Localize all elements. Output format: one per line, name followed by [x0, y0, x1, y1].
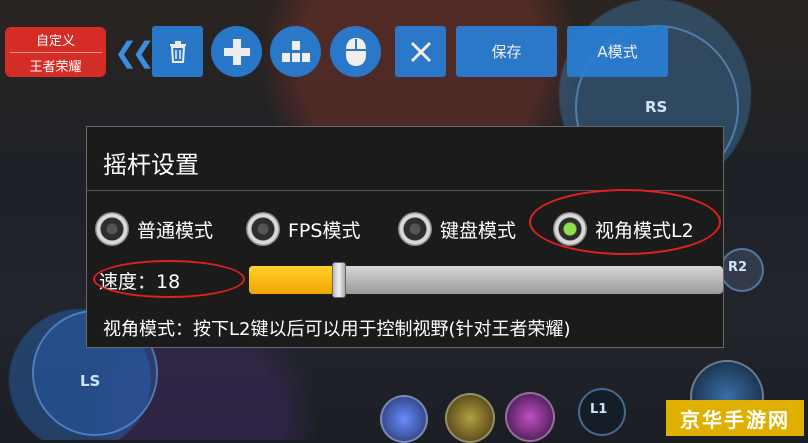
radio-label: 键盘模式: [440, 219, 517, 242]
skill-orb: [445, 393, 495, 443]
preset-name: 自定义: [35, 33, 75, 49]
skill-orb: [380, 395, 428, 443]
close-button[interactable]: [395, 26, 446, 77]
radio-label: FPS模式: [288, 219, 361, 242]
preset-badge[interactable]: 自定义 王者荣耀: [5, 27, 106, 77]
speed-slider-thumb[interactable]: [332, 262, 347, 298]
save-button[interactable]: 保存: [456, 26, 557, 77]
radio-indicator[interactable]: [398, 212, 432, 246]
dpad-icon: [223, 38, 250, 65]
radio-normal-mode[interactable]: 普通模式: [95, 209, 213, 249]
watermark: 京华手游网: [666, 400, 804, 436]
radio-indicator[interactable]: [246, 212, 280, 246]
preset-game: 王者荣耀: [29, 59, 82, 75]
add-dpad-button[interactable]: [211, 26, 262, 77]
ls-joystick-label: LS: [80, 372, 101, 390]
skill-orb: [505, 392, 555, 442]
trash-icon: [169, 40, 186, 63]
speed-slider[interactable]: [249, 262, 723, 298]
radio-indicator[interactable]: [95, 212, 129, 246]
mode-description: 视角模式：按下L2键以后可以用于控制视野(针对王者荣耀): [103, 319, 571, 340]
r2-label: R2: [728, 260, 748, 275]
keyboard-icon: [281, 40, 310, 62]
highlight-ellipse-speed: [93, 260, 245, 298]
l1-label: L1: [590, 402, 608, 417]
radio-label: 普通模式: [137, 219, 214, 242]
delete-button[interactable]: [152, 26, 203, 77]
collapse-arrow-icon[interactable]: ❮❮: [114, 36, 155, 69]
close-icon: [410, 41, 431, 62]
preset-divider: [9, 51, 102, 53]
speed-slider-fill: [249, 266, 340, 294]
mode-button[interactable]: A模式: [567, 26, 668, 77]
add-mouse-button[interactable]: [330, 26, 381, 77]
rs-joystick-label: RS: [645, 98, 668, 116]
mouse-icon: [345, 37, 366, 66]
radio-keyboard-mode[interactable]: 键盘模式: [398, 209, 516, 249]
joystick-settings-dialog: 摇杆设置 普通模式 FPS模式 键盘模式 视角模式L2 速度：18 视角模式：按…: [86, 126, 724, 348]
add-keyboard-button[interactable]: [270, 26, 321, 77]
highlight-ellipse-view-mode: [529, 189, 721, 255]
radio-fps-mode[interactable]: FPS模式: [246, 209, 360, 249]
dialog-title: 摇杆设置: [103, 151, 199, 179]
